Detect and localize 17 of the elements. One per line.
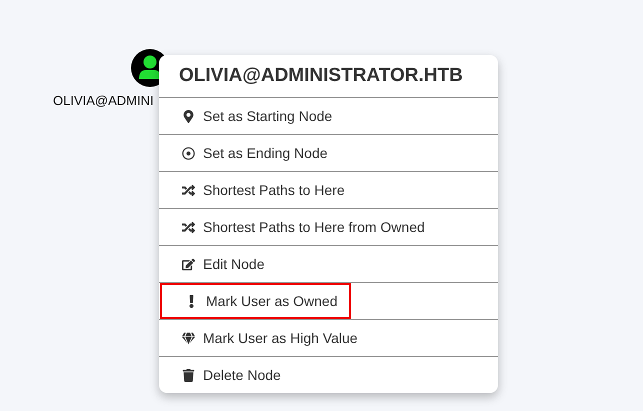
trash-icon	[181, 368, 195, 382]
node-label: OLIVIA@ADMINI	[53, 93, 154, 108]
menu-item[interactable]: Shortest Paths to Here	[159, 172, 498, 208]
menu-item[interactable]: Mark User as Owned	[160, 283, 352, 319]
menu-item[interactable]: Set as Starting Node	[159, 98, 498, 134]
menu-item[interactable]: Set as Ending Node	[159, 135, 498, 171]
gem-icon	[181, 332, 195, 344]
menu-item[interactable]: Shortest Paths to Here from Owned	[159, 209, 498, 245]
target-icon	[181, 146, 195, 160]
menu-item[interactable]: Delete Node	[159, 357, 498, 393]
menu-title: OLIVIA@ADMINISTRATOR.HTB	[178, 64, 464, 88]
menu-item[interactable]: Mark User as High Value	[159, 320, 498, 356]
menu-item[interactable]: Edit Node	[159, 246, 498, 282]
shuffle-icon	[181, 184, 195, 196]
edit-icon	[181, 258, 195, 270]
map-pin-icon	[181, 110, 195, 122]
shuffle-icon	[181, 220, 195, 234]
